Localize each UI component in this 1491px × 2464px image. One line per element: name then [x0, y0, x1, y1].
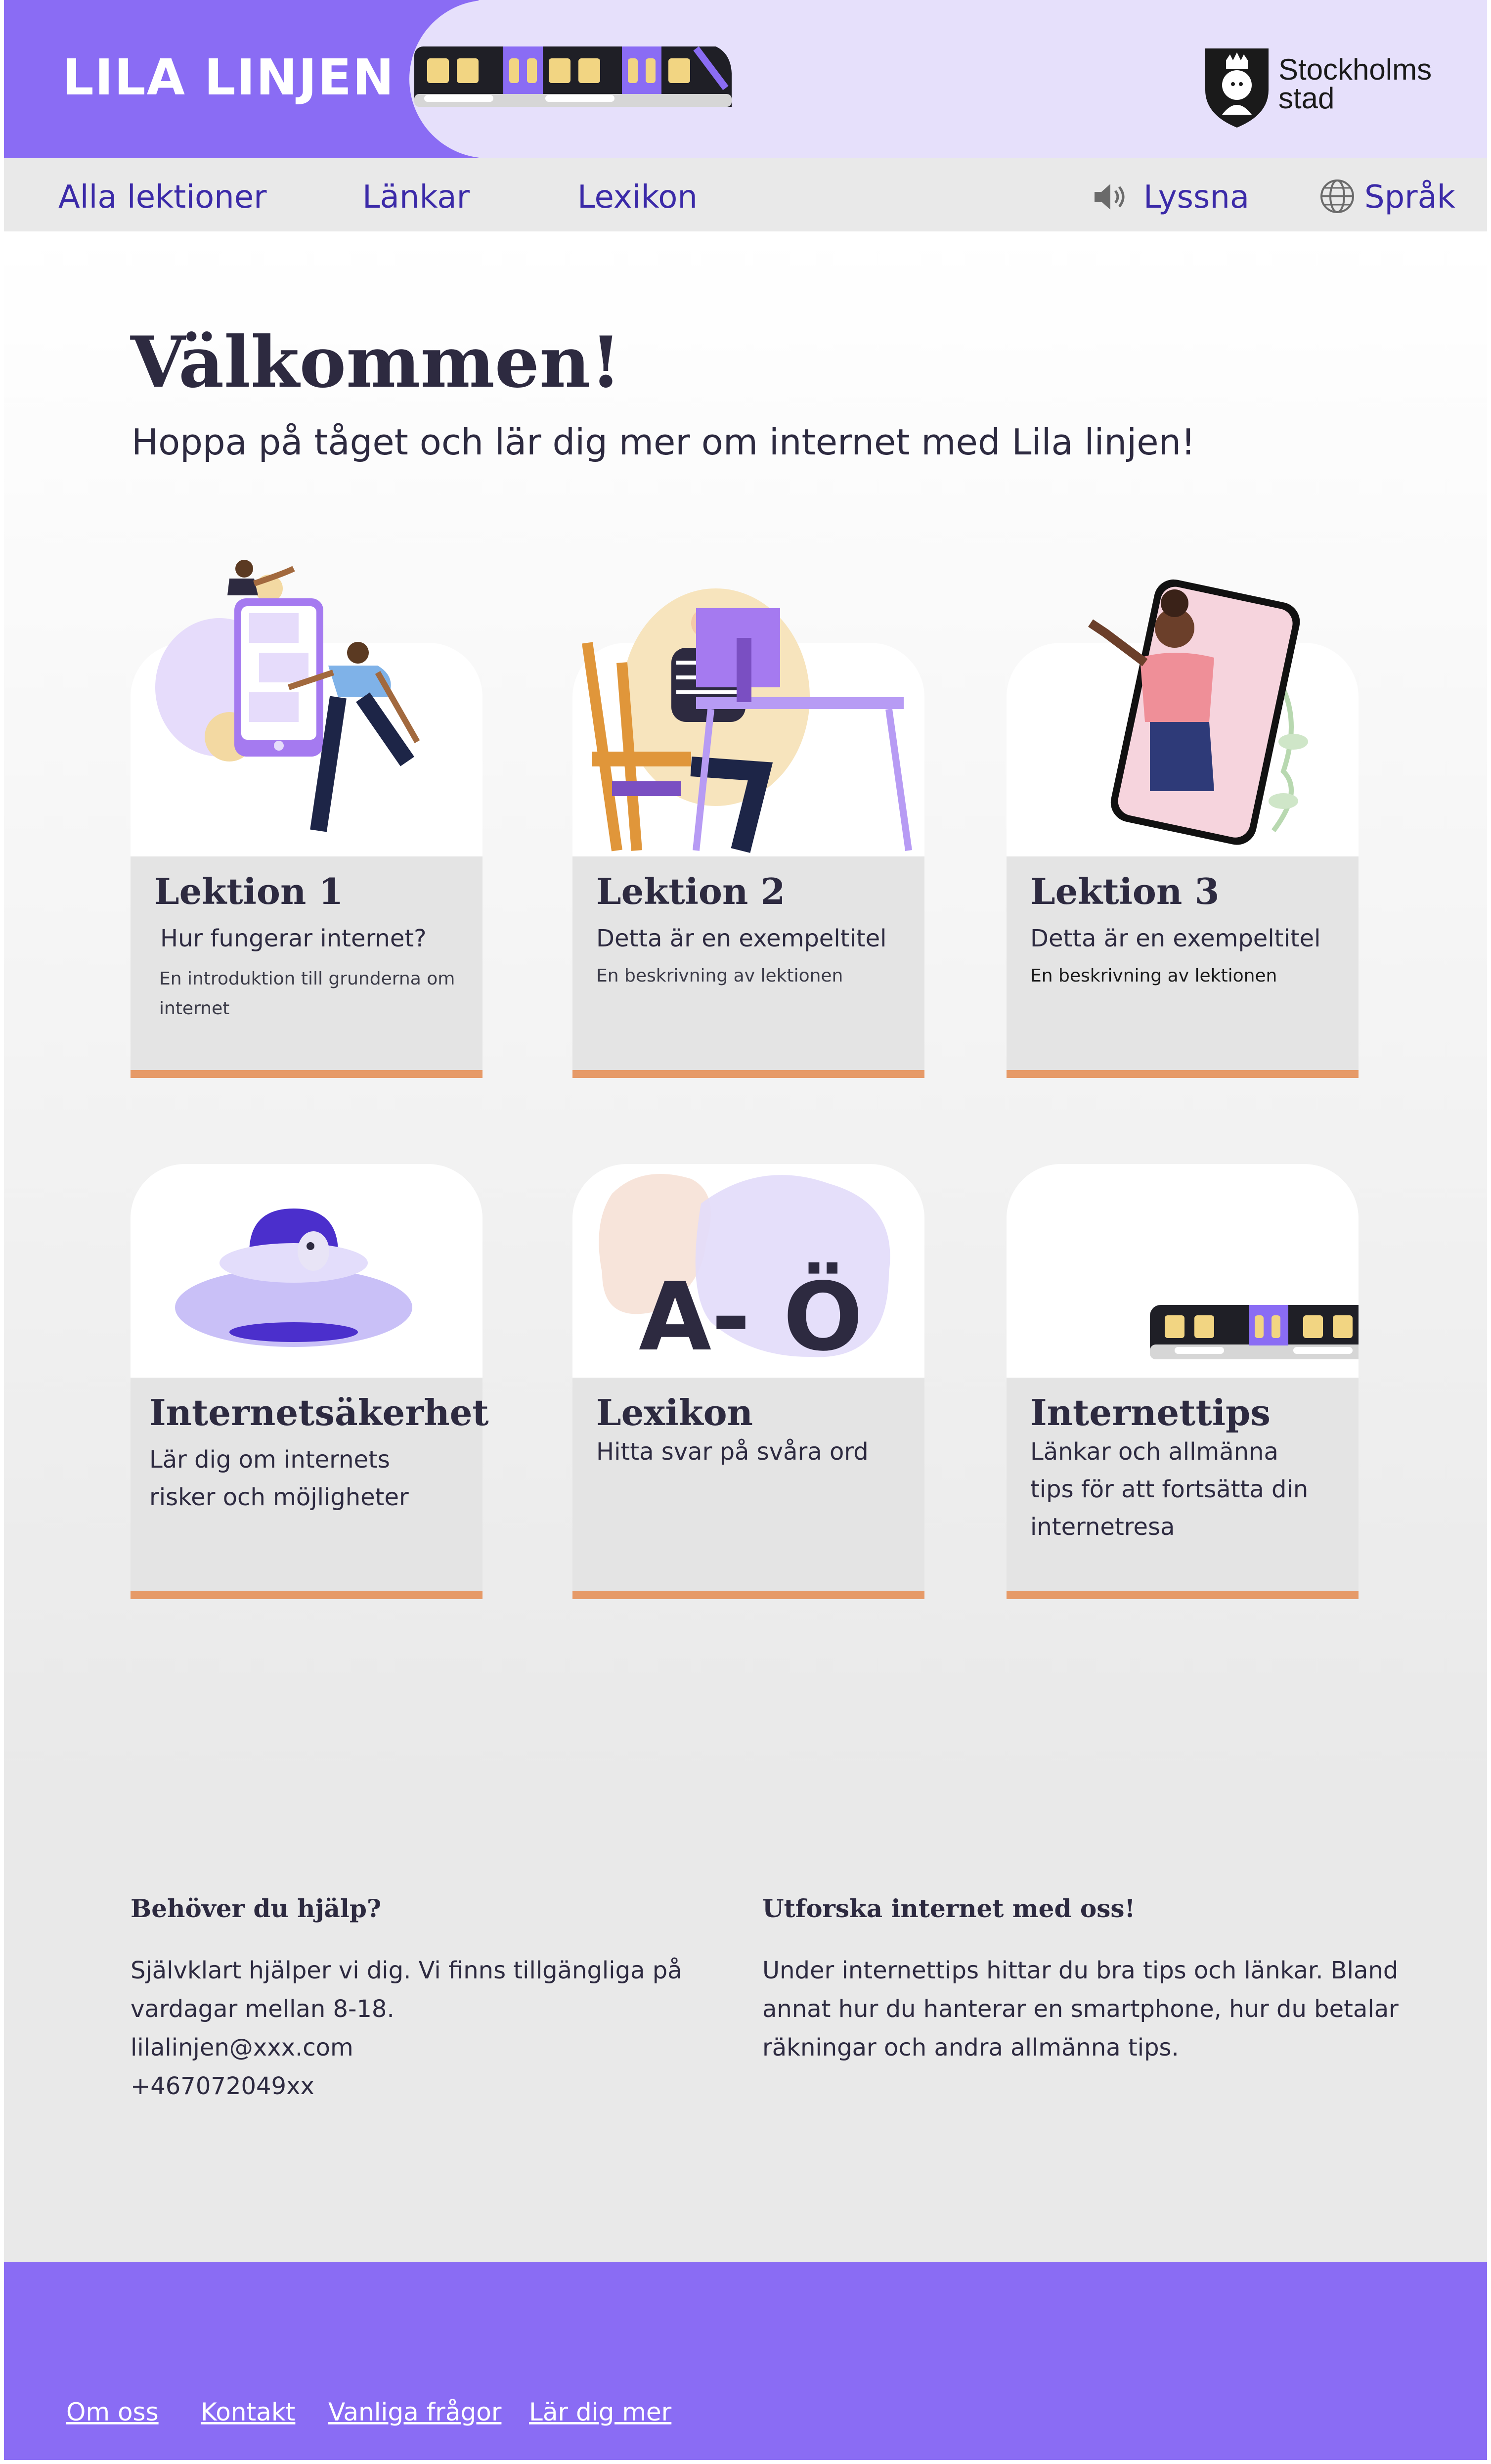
listen-button[interactable]: Lyssna — [1143, 179, 1249, 216]
card-lexicon[interactable]: A- Ö Lexikon Hitta svar på svåra ord — [572, 1164, 924, 1599]
card-body: Internetsäkerhet Lär dig om internets ri… — [131, 1378, 489, 1599]
help-email[interactable]: lilalinjen@xxx.com — [131, 2028, 682, 2067]
lesson-3-illustration — [1088, 579, 1308, 845]
card-subtitle: Hitta svar på svåra ord — [596, 1438, 869, 1466]
help-heading: Behöver du hjälp? — [131, 1894, 382, 1923]
city-logo-line2: stad — [1278, 82, 1335, 115]
footer-link-contact[interactable]: Kontakt — [201, 2398, 295, 2426]
ufo-icon — [175, 1209, 412, 1347]
card-lesson-1[interactable]: Lektion 1 Hur fungerar internet? En intr… — [131, 560, 482, 1078]
footer-link-faq[interactable]: Vanliga frågor — [328, 2398, 501, 2426]
card-title: Lektion 1 — [154, 870, 344, 912]
card-title: Lektion 2 — [596, 870, 786, 912]
site-logo-text[interactable]: LILA LINJEN — [62, 48, 395, 106]
explore-heading: Utforska internet med oss! — [762, 1894, 1136, 1923]
globe-icon[interactable] — [1319, 178, 1356, 215]
nav-link-lexicon[interactable]: Lexikon — [577, 179, 698, 216]
stockholm-crest-icon — [1205, 48, 1269, 128]
card-title: Lexikon — [596, 1391, 753, 1434]
card-description: En beskrivning av lektionen — [596, 966, 843, 986]
nav-link-lessons[interactable]: Alla lektioner — [58, 179, 266, 216]
lesson-2-illustration — [582, 588, 912, 853]
help-phone[interactable]: +467072049xx — [131, 2067, 682, 2106]
card-title: Lektion 3 — [1030, 870, 1220, 912]
page-lead: Hoppa på tåget och lär dig mer om intern… — [132, 421, 1195, 463]
card-subtitle: Detta är en exempeltitel — [596, 925, 887, 952]
help-line: Självklart hjälper vi dig. Vi finns till… — [131, 1957, 682, 1984]
card-lesson-2[interactable]: Lektion 2 Detta är en exempeltitel En be… — [572, 588, 924, 1078]
page-title: Välkommen! — [131, 321, 621, 403]
card-internet-safety[interactable]: Internetsäkerhet Lär dig om internets ri… — [131, 1164, 489, 1599]
card-title: Internetsäkerhet — [149, 1391, 489, 1434]
card-lesson-3[interactable]: Lektion 3 Detta är en exempeltitel En be… — [1007, 579, 1359, 1078]
page: LILA LINJEN Stockholms stad Alla lektion… — [4, 0, 1487, 2460]
card-description: En beskrivning av lektionen — [1030, 966, 1277, 986]
footer-link-learn-more[interactable]: Lär dig mer — [529, 2398, 671, 2426]
card-body: Lektion 1 Hur fungerar internet? En intr… — [131, 856, 482, 1078]
card-internet-tips[interactable]: Internettips Länkar och allmänna tips fö… — [1007, 1164, 1359, 1599]
card-subtitle: Detta är en exempeltitel — [1030, 925, 1321, 952]
card-subtitle: Lär dig om internets risker och möjlighe… — [149, 1446, 409, 1511]
train-icon — [414, 46, 732, 107]
help-line: vardagar mellan 8-18. — [131, 1995, 395, 2023]
card-description: En introduktion till grunderna om intern… — [159, 969, 455, 1019]
lexicon-art-text: A- Ö — [639, 1262, 863, 1372]
site-footer: Om oss Kontakt Vanliga frågor Lär dig me… — [4, 2262, 1487, 2460]
card-body: Lexikon Hitta svar på svåra ord — [572, 1378, 924, 1599]
lesson-1-illustration — [155, 560, 420, 832]
card-title: Internettips — [1030, 1391, 1271, 1434]
city-logo-line1: Stockholms — [1278, 53, 1432, 86]
language-button[interactable]: Språk — [1364, 179, 1455, 216]
footer-link-about[interactable]: Om oss — [66, 2398, 159, 2426]
card-body: Lektion 3 Detta är en exempeltitel En be… — [1007, 856, 1359, 1078]
nav-link-links[interactable]: Länkar — [362, 179, 470, 216]
main-nav: Alla lektioner Länkar Lexikon Lyssna Spr… — [4, 158, 1487, 231]
site-header: LILA LINJEN Stockholms stad — [4, 0, 1487, 158]
explore-text: Under internettips hittar du bra tips oc… — [762, 1951, 1399, 2067]
train-icon — [1150, 1305, 1359, 1359]
explore-line: räkningar och andra allmänna tips. — [762, 2034, 1179, 2061]
card-body: Lektion 2 Detta är en exempeltitel En be… — [572, 856, 924, 1078]
explore-line: Under internettips hittar du bra tips oc… — [762, 1957, 1399, 1984]
help-text: Självklart hjälper vi dig. Vi finns till… — [131, 1951, 682, 2106]
card-subtitle: Hur fungerar internet? — [160, 925, 427, 952]
lexicon-illustration: A- Ö — [599, 1174, 890, 1372]
speaker-icon[interactable] — [1092, 178, 1129, 216]
explore-line: annat hur du hanterar en smartphone, hur… — [762, 1995, 1399, 2023]
card-body: Internettips Länkar och allmänna tips fö… — [1007, 1378, 1359, 1599]
city-logo-text[interactable]: Stockholms stad — [1278, 55, 1432, 113]
card-subtitle: Länkar och allmänna tips för att fortsät… — [1030, 1438, 1309, 1541]
